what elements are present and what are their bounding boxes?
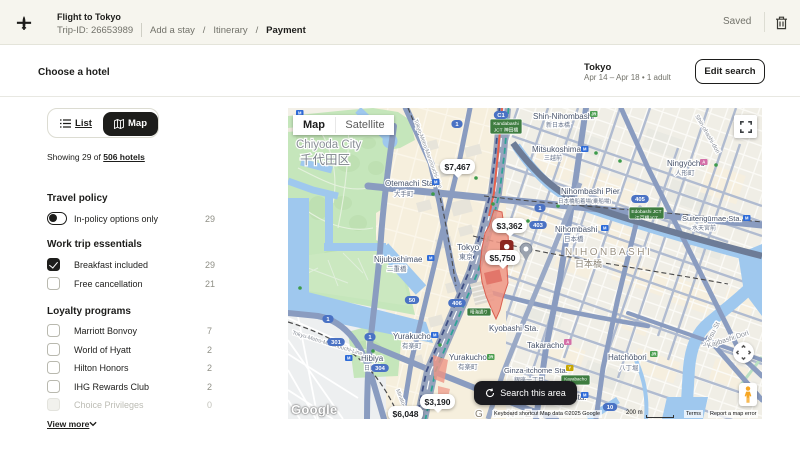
- svg-text:Hibiya: Hibiya: [361, 354, 384, 363]
- svg-text:Ningyōchō: Ningyōchō: [667, 159, 705, 168]
- svg-text:Nijubashimae: Nijubashimae: [374, 255, 423, 264]
- svg-text:Kyobashi Sta.: Kyobashi Sta.: [489, 324, 538, 333]
- svg-text:Chiyoda City: Chiyoda City: [296, 139, 361, 151]
- svg-text:水天宮前: 水天宮前: [692, 224, 716, 232]
- svg-text:Ginza-itchome Sta.: Ginza-itchome Sta.: [504, 366, 568, 375]
- svg-text:JCT 神田橋: JCT 神田橋: [494, 126, 519, 133]
- svg-text:M: M: [583, 147, 587, 152]
- svg-text:403: 403: [533, 223, 543, 229]
- svg-text:JR: JR: [591, 112, 596, 117]
- svg-text:Y: Y: [568, 366, 571, 371]
- svg-text:晴海通り: 晴海通り: [470, 309, 488, 316]
- svg-text:10: 10: [607, 405, 613, 411]
- svg-text:Suitengūmae Sta.: Suitengūmae Sta.: [682, 214, 742, 223]
- svg-text:JR: JR: [651, 352, 656, 357]
- svg-text:Yurakucho: Yurakucho: [449, 353, 487, 362]
- svg-text:50: 50: [409, 298, 415, 304]
- svg-text:Nihombashi Pier: Nihombashi Pier: [561, 187, 620, 196]
- svg-text:日本橋: 日本橋: [575, 258, 602, 269]
- svg-text:日本橋: 日本橋: [564, 234, 584, 243]
- svg-text:Otemachi Sta.: Otemachi Sta.: [385, 179, 436, 188]
- svg-text:M: M: [347, 356, 351, 361]
- svg-text:304: 304: [375, 366, 385, 372]
- svg-text:NIHONBASHI: NIHONBASHI: [565, 247, 652, 258]
- svg-text:Hatchōbori: Hatchōbori: [608, 353, 647, 362]
- svg-text:日本橋船着場(乗船場): 日本橋船着場(乗船場): [558, 197, 611, 205]
- svg-text:Shin-Nihombashi: Shin-Nihombashi: [533, 112, 594, 121]
- svg-text:Takaracho: Takaracho: [527, 341, 564, 350]
- svg-text:Mitsukoshimae: Mitsukoshimae: [532, 145, 586, 154]
- svg-text:人形町: 人形町: [675, 169, 695, 177]
- svg-text:M: M: [745, 216, 749, 221]
- svg-text:Yurakucho: Yurakucho: [393, 332, 431, 341]
- svg-text:Kandabashi: Kandabashi: [493, 121, 518, 127]
- svg-text:大手町: 大手町: [394, 189, 414, 198]
- svg-text:新日本橋: 新日本橋: [546, 121, 570, 129]
- svg-text:有楽町: 有楽町: [402, 341, 422, 350]
- svg-text:東京: 東京: [459, 252, 473, 261]
- svg-text:M: M: [434, 180, 438, 185]
- svg-text:M: M: [433, 333, 437, 338]
- svg-text:301: 301: [331, 340, 341, 346]
- svg-text:M: M: [603, 226, 607, 231]
- svg-text:江戸橋JCT: 江戸橋JCT: [635, 214, 658, 221]
- svg-text:有楽町: 有楽町: [458, 362, 478, 371]
- svg-text:A: A: [702, 160, 705, 165]
- svg-text:JR: JR: [488, 355, 493, 360]
- svg-text:C1: C1: [497, 113, 505, 119]
- svg-text:Edobashi JCT: Edobashi JCT: [631, 209, 661, 215]
- svg-text:二重橋: 二重橋: [387, 264, 407, 273]
- svg-text:八丁堀: 八丁堀: [619, 363, 639, 372]
- svg-text:M: M: [429, 256, 433, 261]
- svg-text:千代田区: 千代田区: [300, 153, 350, 167]
- svg-text:405: 405: [635, 197, 645, 203]
- svg-text:M: M: [583, 393, 587, 398]
- svg-text:406: 406: [452, 301, 462, 307]
- svg-text:Nihombashi: Nihombashi: [555, 225, 597, 234]
- svg-text:Tokyo: Tokyo: [457, 242, 479, 252]
- svg-text:三越前: 三越前: [544, 154, 562, 162]
- svg-text:A: A: [566, 340, 569, 345]
